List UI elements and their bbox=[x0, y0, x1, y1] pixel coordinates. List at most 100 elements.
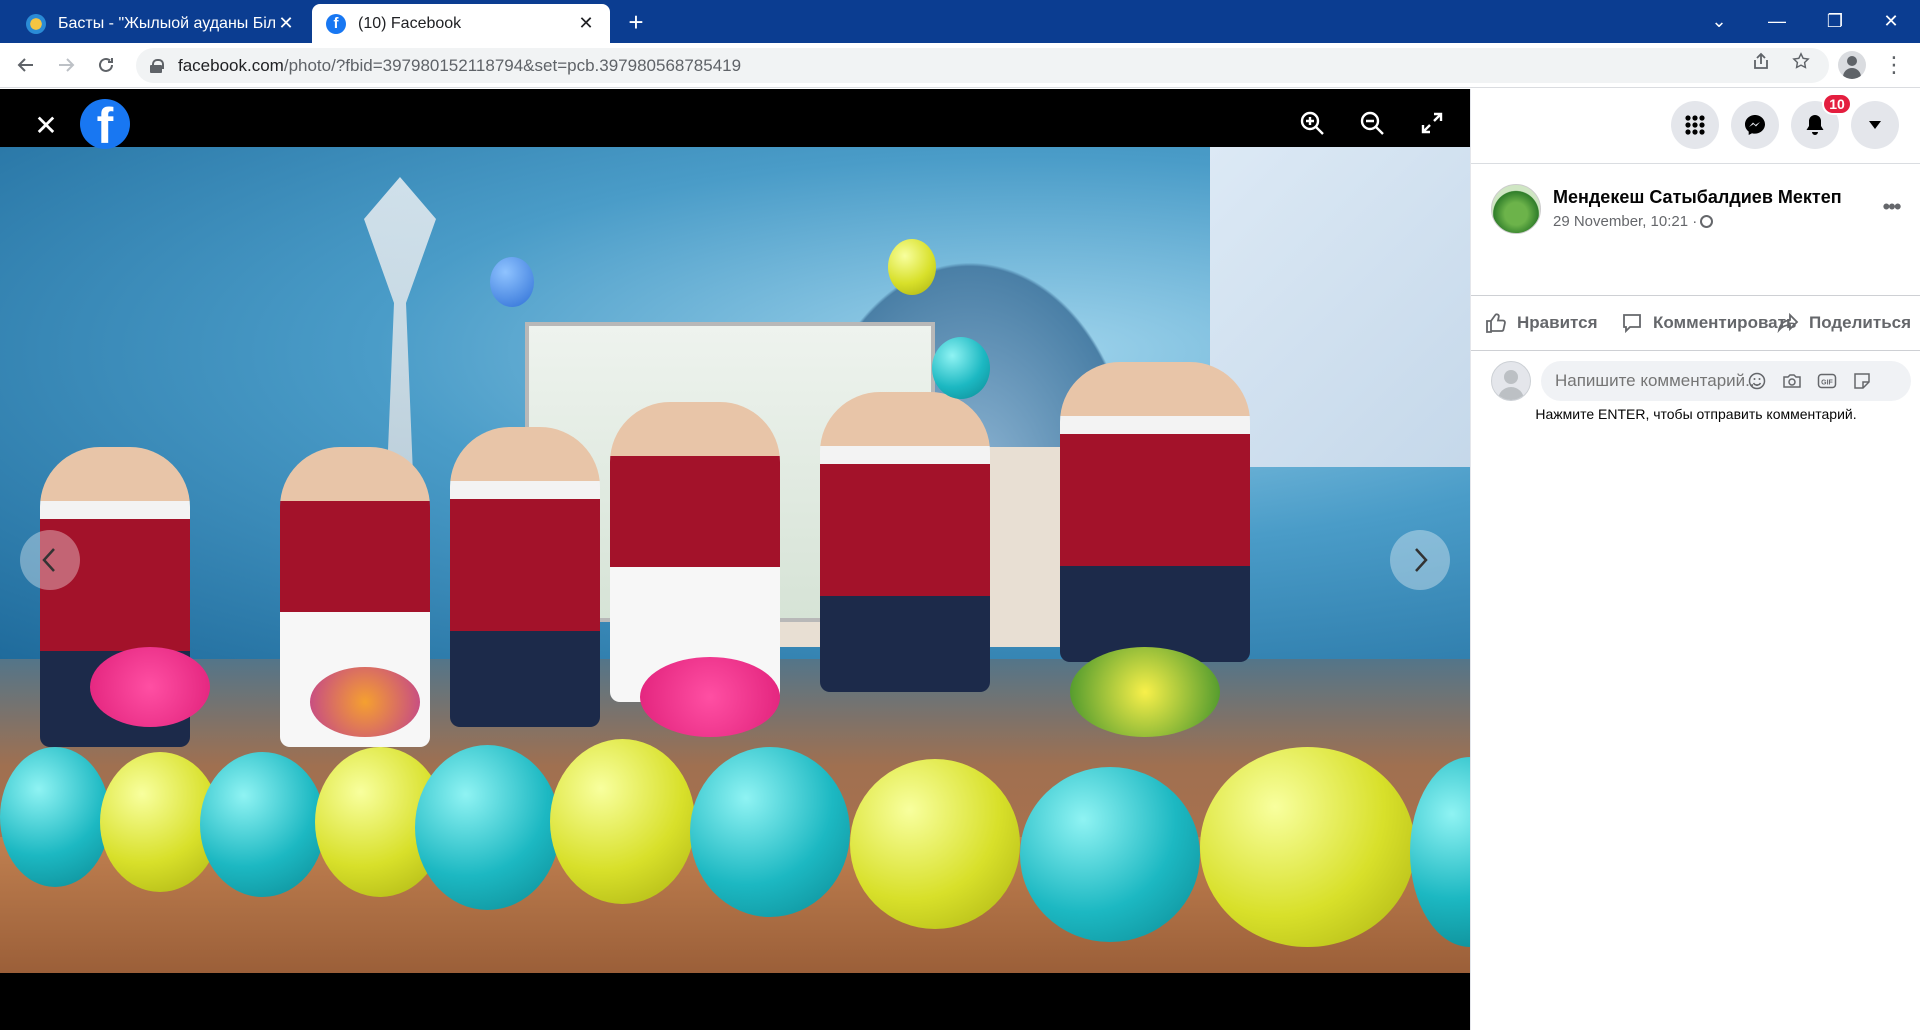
globe-icon bbox=[1700, 215, 1714, 228]
tab-school-site[interactable]: Басты - "Жылыой ауданы Білім ✕ bbox=[12, 4, 310, 43]
facebook-logo-letter: f bbox=[96, 99, 114, 149]
photo-balloon bbox=[690, 747, 850, 917]
photo-balloon bbox=[550, 739, 695, 904]
share-label: Поделиться bbox=[1809, 313, 1912, 332]
photo-flowers bbox=[90, 647, 210, 727]
zoom-out-button[interactable] bbox=[1352, 103, 1392, 143]
next-photo-button[interactable] bbox=[1390, 530, 1450, 590]
chevron-right-icon bbox=[1415, 548, 1428, 572]
zoom-in-icon bbox=[1300, 111, 1324, 135]
like-label: Нравится bbox=[1517, 313, 1598, 332]
url-bar[interactable]: facebook.com/photo/?fbid=397980152118794… bbox=[136, 48, 1829, 83]
fullscreen-button[interactable] bbox=[1412, 103, 1452, 143]
messenger-icon bbox=[1745, 115, 1765, 135]
gif-icon[interactable]: GIF bbox=[1816, 371, 1838, 391]
share-arrow-icon bbox=[1754, 52, 1768, 69]
photo-balloon bbox=[1020, 767, 1200, 942]
share-page-icon[interactable] bbox=[1750, 51, 1772, 71]
caret-down-icon bbox=[1869, 121, 1881, 129]
photo-performer bbox=[450, 427, 600, 727]
reload-icon bbox=[99, 57, 113, 72]
svg-text:GIF: GIF bbox=[1821, 380, 1833, 387]
thumbs-up-icon bbox=[1486, 313, 1506, 333]
menu-button[interactable] bbox=[1671, 101, 1719, 149]
photo-image bbox=[0, 147, 1470, 973]
comment-bubble-icon bbox=[1623, 314, 1641, 334]
close-viewer-button[interactable]: ✕ bbox=[30, 109, 62, 141]
messenger-button[interactable] bbox=[1731, 101, 1779, 149]
share-button[interactable]: Поделиться bbox=[1777, 308, 1911, 338]
account-button[interactable] bbox=[1851, 101, 1899, 149]
post-side-panel: Мендекеш Сатыбалдиев Мектеп 29 November,… bbox=[1470, 89, 1920, 1030]
tab-close-icon[interactable]: ✕ bbox=[276, 13, 296, 34]
restore-window-button[interactable]: ❐ bbox=[1806, 0, 1864, 43]
back-arrow-icon bbox=[17, 58, 33, 72]
back-button[interactable] bbox=[10, 49, 42, 81]
facebook-logo-icon[interactable]: f bbox=[80, 99, 130, 149]
photo-viewer: ✕ f bbox=[0, 89, 1470, 1030]
facebook-top-icons bbox=[1471, 89, 1920, 164]
user-avatar[interactable] bbox=[1491, 361, 1531, 401]
zoom-in-button[interactable] bbox=[1292, 103, 1332, 143]
page-avatar[interactable] bbox=[1491, 184, 1541, 234]
photo-balloon bbox=[932, 337, 990, 399]
post-action-bar: Нравится Комментировать Поделиться bbox=[1471, 295, 1920, 351]
photo-performer bbox=[820, 392, 990, 692]
photo-balloon bbox=[1200, 747, 1415, 947]
comment-label: Комментировать bbox=[1653, 313, 1797, 332]
post-options-button[interactable]: ••• bbox=[1873, 189, 1909, 225]
photo-performer bbox=[1060, 362, 1250, 662]
tab-facebook[interactable]: f (10) Facebook ✕ bbox=[312, 4, 610, 43]
tab-close-icon[interactable]: ✕ bbox=[576, 13, 596, 34]
lock-icon[interactable] bbox=[150, 58, 164, 73]
profile-avatar-icon[interactable] bbox=[1838, 51, 1866, 79]
forward-arrow-icon bbox=[59, 58, 75, 72]
photo-balloon bbox=[415, 745, 560, 910]
photo-balloon bbox=[490, 257, 534, 307]
photo-balloon bbox=[850, 759, 1020, 929]
url-host: facebook.com bbox=[178, 55, 284, 75]
comment-enter-hint: Нажмите ENTER, чтобы отправить комментар… bbox=[1535, 406, 1857, 422]
school-favicon-icon bbox=[26, 13, 46, 34]
post-date-text: 29 November, 10:21 · bbox=[1553, 213, 1698, 230]
post-header: Мендекеш Сатыбалдиев Мектеп 29 November,… bbox=[1491, 184, 1911, 234]
previous-photo-button[interactable] bbox=[20, 530, 80, 590]
notifications-count-badge: 10 bbox=[1822, 93, 1852, 115]
tab-title: (10) Facebook bbox=[358, 14, 462, 32]
reload-button[interactable] bbox=[90, 49, 122, 81]
sticker-face-icon bbox=[1854, 373, 1870, 389]
page-name-link[interactable]: Мендекеш Сатыбалдиев Мектеп bbox=[1553, 187, 1842, 208]
expand-icon bbox=[1421, 112, 1443, 134]
star-icon bbox=[1792, 52, 1810, 69]
photo-balloon bbox=[888, 239, 936, 295]
forward-button[interactable] bbox=[50, 49, 82, 81]
tab-search-dropdown-icon[interactable]: ⌄ bbox=[1690, 0, 1748, 43]
share-icon bbox=[1777, 312, 1799, 334]
photo-flowers bbox=[640, 657, 780, 737]
camera-icon[interactable] bbox=[1781, 371, 1803, 391]
photo-flowers bbox=[1070, 647, 1220, 737]
sticker-icon[interactable] bbox=[1851, 371, 1873, 391]
tab-title: Басты - "Жылыой ауданы Білім bbox=[58, 14, 276, 32]
post-timestamp[interactable]: 29 November, 10:21 · bbox=[1553, 213, 1714, 230]
photo-camera-icon bbox=[1783, 374, 1801, 388]
emoji-icon[interactable] bbox=[1746, 371, 1768, 391]
minimize-window-button[interactable]: — bbox=[1748, 0, 1806, 43]
bell-icon bbox=[1806, 115, 1824, 135]
photo-flowers bbox=[310, 667, 420, 737]
bookmark-star-icon[interactable] bbox=[1790, 51, 1812, 71]
new-tab-button[interactable]: + bbox=[620, 6, 652, 38]
grid-menu-icon bbox=[1685, 115, 1705, 135]
smiley-icon bbox=[1748, 372, 1766, 390]
like-button[interactable]: Нравится bbox=[1485, 308, 1598, 338]
photo-balloon bbox=[0, 747, 110, 887]
url-path: /photo/?fbid=397980152118794&set=pcb.397… bbox=[283, 55, 742, 75]
browser-tab-strip: Басты - "Жылыой ауданы Білім ✕ f (10) Fa… bbox=[0, 0, 1920, 43]
gif-badge-icon: GIF bbox=[1817, 373, 1837, 389]
zoom-out-icon bbox=[1360, 111, 1384, 135]
close-window-button[interactable]: ✕ bbox=[1862, 0, 1920, 43]
browser-menu-icon[interactable]: ⋮ bbox=[1880, 49, 1908, 81]
comment-button[interactable]: Комментировать bbox=[1621, 308, 1796, 338]
facebook-favicon-icon: f bbox=[326, 13, 346, 34]
comment-composer: GIF bbox=[1491, 359, 1913, 403]
